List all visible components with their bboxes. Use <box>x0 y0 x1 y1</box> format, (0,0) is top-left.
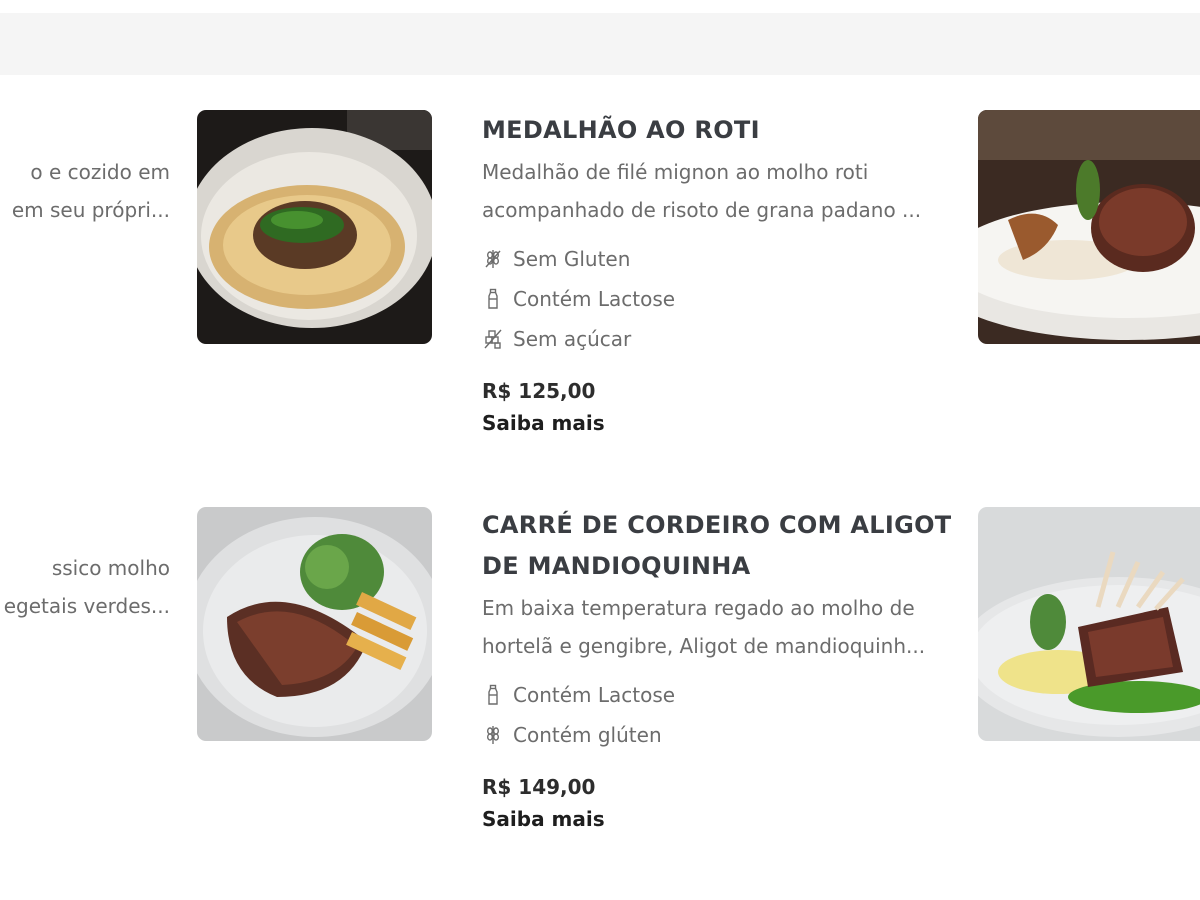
top-bar <box>0 13 1200 75</box>
tag-sem-acucar: Sem açúcar <box>482 319 952 359</box>
dish-photo-lamb-rack[interactable] <box>978 507 1200 741</box>
item-price: R$ 125,00 <box>482 379 596 403</box>
item-title-line: MEDALHÃO AO ROTI <box>482 116 760 144</box>
tag-contem-gluten: Contém glúten <box>482 715 952 755</box>
menu-item-carre-de-cordeiro: CARRÉ DE CORDEIRO COM ALIGOT DE MANDIOQU… <box>482 505 952 835</box>
milk-bottle-icon <box>482 287 504 311</box>
tag-label: Contém Lactose <box>513 287 676 311</box>
tag-contem-lactose: Contém Lactose <box>482 675 952 715</box>
item-description: Medalhão de filé mignon ao molho roti ac… <box>482 153 952 229</box>
description-line: Medalhão de filé mignon ao molho roti <box>482 160 869 184</box>
fragment-line: ssico molho <box>51 556 170 580</box>
fragment-line: em seu própri... <box>11 198 170 222</box>
tag-contem-lactose: Contém Lactose <box>482 279 952 319</box>
dietary-tags: Contém Lactose Contém glúten <box>482 675 952 755</box>
saiba-mais-link[interactable]: Saiba mais <box>482 407 952 439</box>
tag-label: Contém Lactose <box>513 683 676 707</box>
dish-photo-carre[interactable] <box>197 507 432 741</box>
item-description: Em baixa temperatura regado ao molho de … <box>482 589 952 665</box>
item-title-line: CARRÉ DE CORDEIRO COM ALIGOT <box>482 511 952 539</box>
saiba-mais-link[interactable]: Saiba mais <box>482 803 952 835</box>
wheat-icon <box>482 723 504 747</box>
menu-item-medalhao: MEDALHÃO AO ROTI Medalhão de filé mignon… <box>482 110 952 439</box>
item-title-line: DE MANDIOQUINHA <box>482 552 751 580</box>
description-line: acompanhado de risoto de grana padano ..… <box>482 198 922 222</box>
tag-sem-gluten: Sem Gluten <box>482 239 952 279</box>
no-gluten-icon <box>482 247 504 271</box>
description-line: hortelã e gengibre, Aligot de mandioquin… <box>482 634 926 658</box>
item-title[interactable]: MEDALHÃO AO ROTI <box>482 110 952 151</box>
milk-bottle-icon <box>482 683 504 707</box>
item-title[interactable]: CARRÉ DE CORDEIRO COM ALIGOT DE MANDIOQU… <box>482 505 952 587</box>
description-line: Em baixa temperatura regado ao molho de <box>482 596 915 620</box>
previous-item-description-fragment: ssico molho egetais verdes... <box>0 549 170 625</box>
dietary-tags: Sem Gluten Contém Lactose Sem açúcar <box>482 239 952 359</box>
fragment-line: o e cozido em <box>30 160 170 184</box>
no-sugar-icon <box>482 327 504 351</box>
dish-photo-steak-risotto[interactable] <box>978 110 1200 344</box>
tag-label: Sem açúcar <box>513 327 632 351</box>
dish-photo-medalhao[interactable] <box>197 110 432 344</box>
tag-label: Sem Gluten <box>513 247 631 271</box>
item-price: R$ 149,00 <box>482 775 596 799</box>
tag-label: Contém glúten <box>513 723 662 747</box>
fragment-line: egetais verdes... <box>3 594 170 618</box>
previous-item-description-fragment: o e cozido em em seu própri... <box>0 153 170 229</box>
